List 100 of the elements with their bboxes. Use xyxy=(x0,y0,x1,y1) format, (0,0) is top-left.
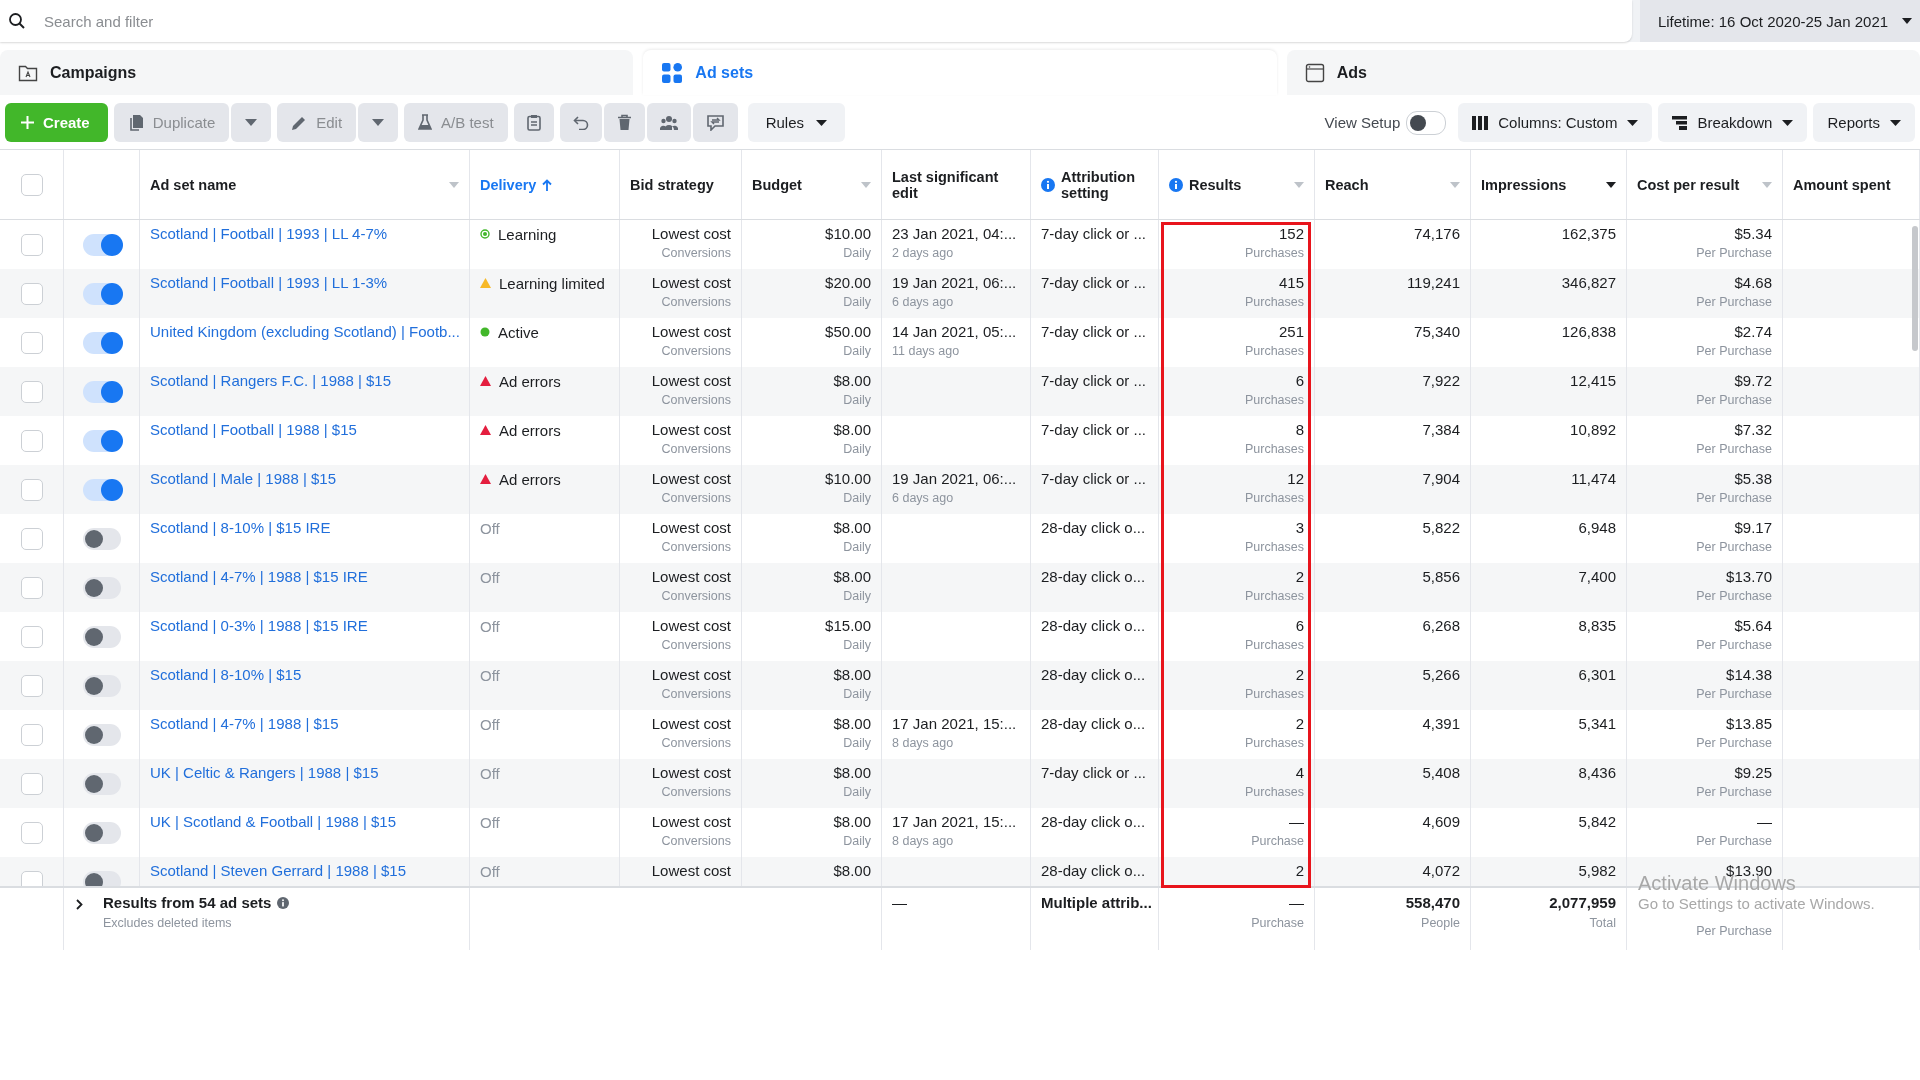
info-icon[interactable] xyxy=(277,896,290,909)
row-checkbox[interactable] xyxy=(20,233,43,256)
column-header[interactable]: Last significant edit xyxy=(892,168,1020,201)
column-header[interactable]: Amount spent xyxy=(1793,176,1891,193)
audience-button[interactable] xyxy=(646,103,691,142)
table-cell: Lowest cost xyxy=(651,274,731,291)
column-header[interactable]: Cost per result xyxy=(1637,176,1740,193)
column-header[interactable]: Results xyxy=(1189,176,1242,193)
caret-icon[interactable] xyxy=(1606,181,1616,188)
ad-set-link[interactable]: Scotland | Rangers F.C. | 1988 | $15 xyxy=(150,372,459,389)
toggle-switch[interactable] xyxy=(82,233,121,256)
toggle-switch[interactable] xyxy=(82,625,121,648)
column-header[interactable]: Ad set name xyxy=(150,176,237,193)
ad-set-link[interactable]: UK | Celtic & Rangers | 1988 | $15 xyxy=(150,764,459,781)
ad-set-link[interactable]: Scotland | Steven Gerrard | 1988 | $15 xyxy=(150,862,459,879)
table-cell-text: — xyxy=(892,894,908,911)
row-checkbox[interactable] xyxy=(20,429,43,452)
row-checkbox[interactable] xyxy=(20,331,43,354)
tab[interactable]: Ad sets xyxy=(643,50,1277,95)
date-range-dropdown[interactable]: Lifetime: 16 Oct 2020-25 Jan 2021 xyxy=(1640,0,1920,42)
row-checkbox[interactable] xyxy=(20,772,43,795)
ad-set-link[interactable]: Scotland | 4-7% | 1988 | $15 xyxy=(150,715,459,732)
column-header[interactable]: Attribution setting xyxy=(1061,168,1148,201)
tab[interactable]: Campaigns xyxy=(0,50,634,95)
row-checkbox[interactable] xyxy=(20,723,43,746)
table-cell: Daily xyxy=(843,736,871,750)
table-cell: Conversions xyxy=(661,491,731,505)
toggle-switch[interactable] xyxy=(82,282,121,305)
delete-button[interactable] xyxy=(603,103,645,142)
row-checkbox[interactable] xyxy=(20,821,43,844)
dropdown-button[interactable] xyxy=(231,103,272,142)
ad-set-link[interactable]: Scotland | Football | 1993 | LL 1-3% xyxy=(150,274,459,291)
caret-icon xyxy=(1627,119,1639,126)
breakdown-dropdown[interactable]: Breakdown xyxy=(1658,103,1808,142)
row-checkbox[interactable] xyxy=(20,282,43,305)
table-cell: Lowest cost xyxy=(651,715,731,732)
table-cell: $8.00 xyxy=(833,666,871,683)
row-checkbox[interactable] xyxy=(20,625,43,648)
row-checkbox[interactable] xyxy=(20,870,43,886)
tab[interactable]: Ads xyxy=(1286,50,1920,95)
table-cell: $9.17 xyxy=(1734,519,1772,536)
ad-set-link[interactable]: Scotland | 0-3% | 1988 | $15 IRE xyxy=(150,617,459,634)
ad-set-link[interactable]: Scotland | 4-7% | 1988 | $15 IRE xyxy=(150,568,459,585)
row-checkbox[interactable] xyxy=(20,527,43,550)
row-checkbox[interactable] xyxy=(20,478,43,501)
toggle-switch[interactable] xyxy=(82,380,121,403)
export-button[interactable] xyxy=(692,103,738,142)
rules-dropdown[interactable]: Rules xyxy=(747,103,845,142)
row-checkbox[interactable] xyxy=(20,380,43,403)
column-header[interactable]: Reach xyxy=(1325,176,1369,193)
ad-set-link[interactable]: Scotland | Football | 1993 | LL 4-7% xyxy=(150,225,459,242)
toggle-switch[interactable] xyxy=(82,576,121,599)
delivery-status: Off xyxy=(480,569,500,586)
search-field[interactable]: Search and filter xyxy=(0,0,1632,42)
column-header[interactable]: Delivery xyxy=(480,176,537,193)
table-cell: Daily xyxy=(843,393,871,407)
table-cell-text: 28-day click o... xyxy=(1041,568,1147,585)
toggle-switch[interactable] xyxy=(82,429,121,452)
scrollbar[interactable] xyxy=(1912,226,1918,351)
table-cell: 4 xyxy=(1295,764,1304,781)
table-cell: Purchases xyxy=(1244,785,1304,799)
table-cell: $13.85 xyxy=(1726,715,1772,732)
ad-set-link[interactable]: Scotland | 8-10% | $15 IRE xyxy=(150,519,459,536)
reports-dropdown[interactable]: Reports xyxy=(1813,103,1915,142)
table-cell: 2 xyxy=(1295,568,1304,585)
row-checkbox[interactable] xyxy=(20,674,43,697)
caret-icon xyxy=(1902,18,1913,24)
ad-set-link[interactable]: Scotland | 8-10% | $15 xyxy=(150,666,459,683)
ad-set-link[interactable]: UK | Scotland & Football | 1988 | $15 xyxy=(150,813,459,830)
toggle-switch[interactable] xyxy=(82,772,121,795)
toggle-switch[interactable] xyxy=(82,870,121,886)
dropdown-button[interactable] xyxy=(358,103,399,142)
toggle-switch[interactable] xyxy=(82,478,121,501)
row-checkbox[interactable] xyxy=(20,576,43,599)
info-icon[interactable] xyxy=(1169,177,1183,192)
table-cell: 7-day click or ... xyxy=(1041,225,1148,242)
table-cell: 126,838 xyxy=(1561,323,1616,340)
ad-set-link[interactable]: Scotland | Male | 1988 | $15 xyxy=(150,470,459,487)
toggle-switch[interactable] xyxy=(82,821,121,844)
ad-set-link[interactable]: Scotland | Football | 1988 | $15 xyxy=(150,421,459,438)
column-header[interactable]: Impressions xyxy=(1481,176,1567,193)
info-icon[interactable] xyxy=(1041,177,1055,192)
toggle-switch[interactable] xyxy=(82,674,121,697)
ad-set-link[interactable]: United Kingdom (excluding Scotland) | Footb... xyxy=(150,323,459,340)
columns-dropdown[interactable]: Columns: Custom xyxy=(1458,103,1653,142)
summary-title: Results from 54 ad sets xyxy=(103,894,272,911)
chevron-icon[interactable] xyxy=(76,899,83,910)
toggle-switch[interactable] xyxy=(82,723,121,746)
table-cell: Purchases xyxy=(1244,687,1304,701)
column-header[interactable]: Bid strategy xyxy=(630,176,714,193)
clipboard-button[interactable] xyxy=(513,103,554,142)
view-setup-switch[interactable] xyxy=(1406,110,1447,135)
undo-button[interactable] xyxy=(559,103,602,142)
column-header[interactable]: Budget xyxy=(752,176,802,193)
create-button[interactable]: Create xyxy=(5,103,108,142)
toggle-switch[interactable] xyxy=(82,527,121,550)
toggle-switch[interactable] xyxy=(82,331,121,354)
select-all-checkbox[interactable] xyxy=(20,173,43,196)
delivery-status: Off xyxy=(480,667,500,684)
delivery-status: Off xyxy=(480,814,500,831)
